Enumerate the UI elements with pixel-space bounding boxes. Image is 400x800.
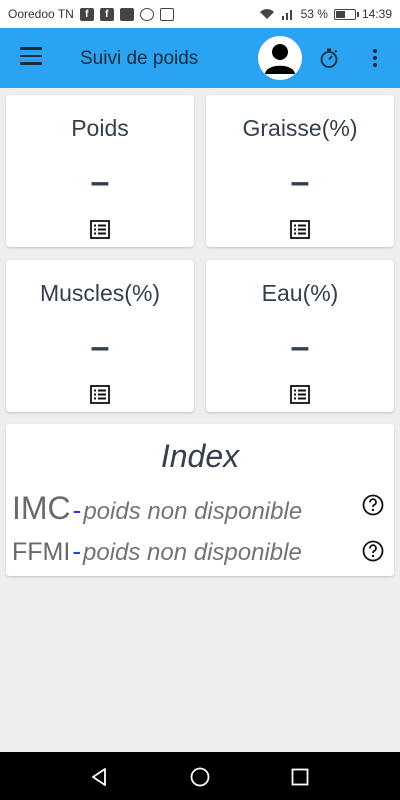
carrier-name: Ooredoo TN <box>8 7 74 21</box>
index-label: IMC <box>12 490 71 526</box>
facebook-icon: f <box>99 7 114 21</box>
image-icon <box>159 7 174 21</box>
avatar[interactable] <box>258 36 302 80</box>
index-title: Index <box>160 438 240 474</box>
card-eau[interactable]: Eau(%) – <box>206 260 394 412</box>
help-icon[interactable] <box>362 494 384 516</box>
status-right: 53 % 14:39 <box>259 7 392 21</box>
metric-title: Graisse(%) <box>242 115 358 141</box>
wifi-icon <box>259 9 274 19</box>
metric-title: Poids <box>71 115 129 141</box>
avatar-icon <box>265 44 295 74</box>
help-icon[interactable] <box>362 540 384 562</box>
status-left: Ooredoo TN f f <box>8 7 174 21</box>
status-bar: Ooredoo TN f f 53 % 14:39 <box>0 0 400 28</box>
menu-icon[interactable] <box>20 47 42 67</box>
metric-title: Eau(%) <box>261 280 339 306</box>
more-vert-icon[interactable] <box>368 47 382 69</box>
signal-icon <box>281 10 292 20</box>
index-card: Index IMC - poids non disponible FFMI - … <box>6 424 394 576</box>
metric-value: – <box>290 328 310 366</box>
metric-value: – <box>90 163 110 201</box>
stopwatch-icon[interactable] <box>318 47 340 69</box>
index-value: poids non disponible <box>83 498 303 525</box>
metric-title: Muscles(%) <box>39 280 161 306</box>
index-row-imc: IMC - poids non disponible <box>12 490 388 526</box>
index-dash: - <box>72 495 82 525</box>
battery-percent: 53 % <box>300 7 328 21</box>
facebook-icon: f <box>79 7 94 21</box>
metric-value: – <box>90 328 110 366</box>
index-value: poids non disponible <box>83 539 302 566</box>
battery-icon <box>333 8 359 20</box>
chat-icon <box>139 7 154 21</box>
app-bar: Suivi de poids <box>0 28 400 88</box>
list-icon[interactable] <box>290 220 310 239</box>
index-label: FFMI <box>12 538 71 566</box>
index-dash: - <box>72 536 81 566</box>
clock: 14:39 <box>361 7 392 21</box>
back-icon[interactable] <box>89 766 111 788</box>
metric-value: – <box>290 163 310 201</box>
list-icon[interactable] <box>90 220 110 239</box>
index-row-ffmi: FFMI - poids non disponible <box>12 536 388 572</box>
sd-card-icon <box>119 7 134 21</box>
home-icon[interactable] <box>189 766 211 788</box>
battery-level-fill <box>335 10 345 18</box>
list-icon[interactable] <box>290 385 310 404</box>
recents-icon[interactable] <box>289 766 311 788</box>
card-poids[interactable]: Poids – <box>6 95 194 247</box>
navigation-bar <box>0 752 400 800</box>
app-title: Suivi de poids <box>80 48 199 69</box>
card-graisse[interactable]: Graisse(%) – <box>206 95 394 247</box>
list-icon[interactable] <box>90 385 110 404</box>
card-muscles[interactable]: Muscles(%) – <box>6 260 194 412</box>
